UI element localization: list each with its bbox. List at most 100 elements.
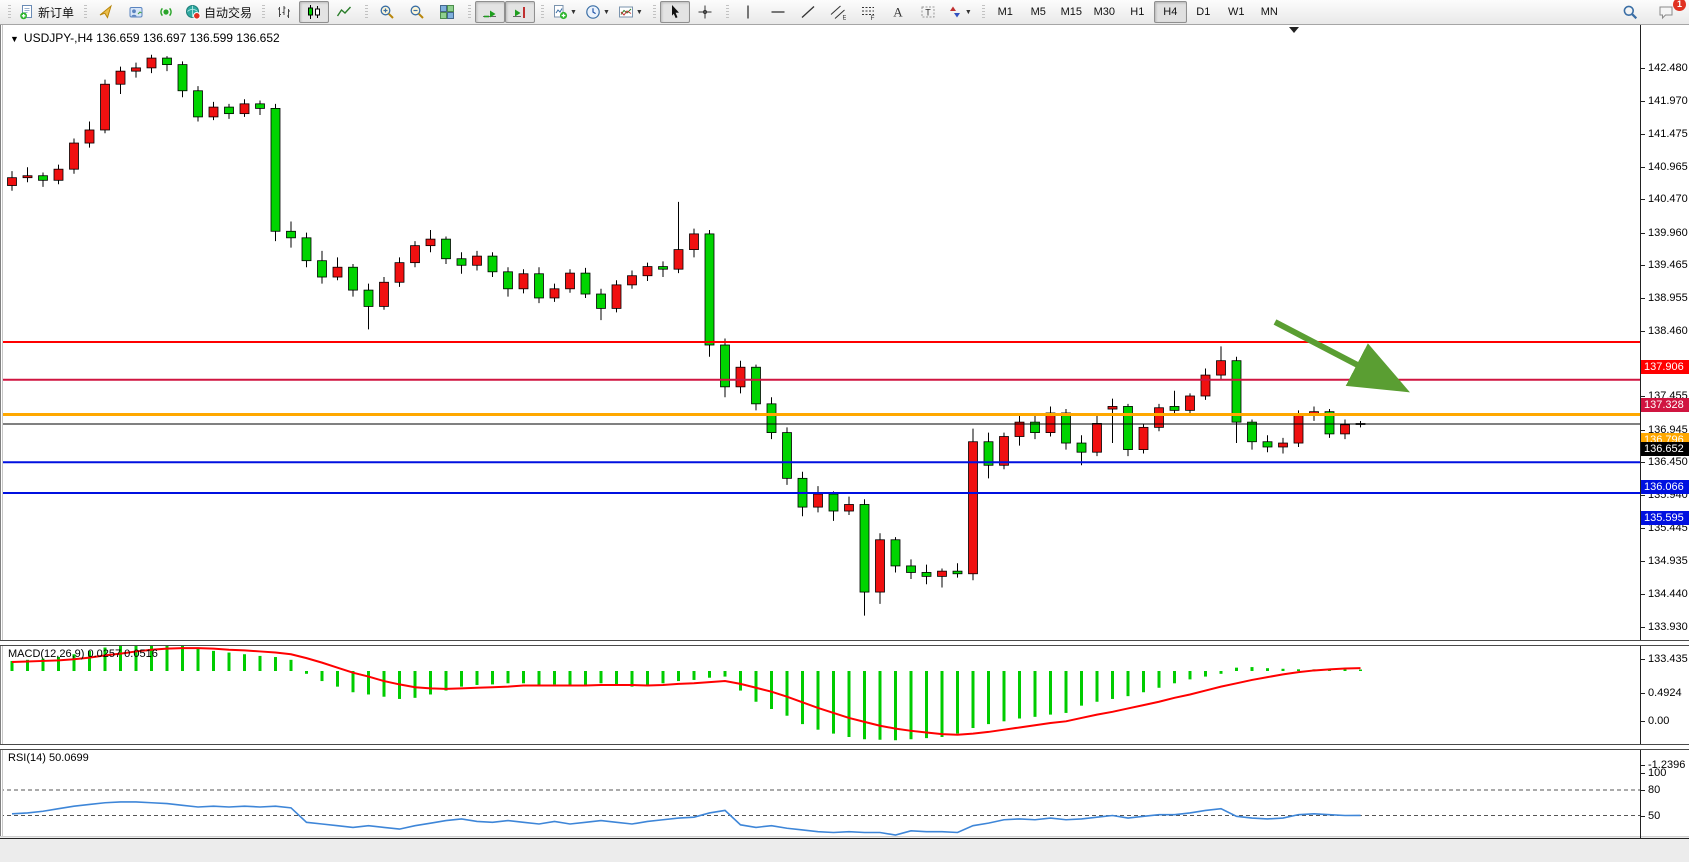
tile-windows-button[interactable] bbox=[432, 1, 462, 23]
price-tick-mark bbox=[1641, 430, 1645, 431]
dropdown-arrow-icon[interactable]: ▼ bbox=[603, 9, 610, 16]
arrows-button[interactable]: ▼ bbox=[943, 1, 976, 23]
price-tick-mark bbox=[1641, 331, 1645, 332]
search-icon bbox=[1622, 4, 1638, 20]
auto-trading-button[interactable]: 自动交易 bbox=[181, 1, 256, 23]
main-price-pane[interactable] bbox=[0, 25, 1640, 640]
rsi-tick-mark bbox=[1641, 790, 1645, 791]
price-tick-label: 141.970 bbox=[1648, 95, 1688, 107]
chart-shift-marker[interactable] bbox=[1289, 27, 1299, 33]
price-tick-mark bbox=[1641, 627, 1645, 628]
trend-arrow-annotation[interactable] bbox=[1275, 322, 1394, 384]
candle-down bbox=[922, 572, 931, 576]
toolbar-grip bbox=[653, 5, 656, 20]
cursor-button[interactable] bbox=[660, 1, 690, 23]
macd-pane[interactable] bbox=[0, 644, 1640, 744]
timeframe-m30-label: M30 bbox=[1094, 6, 1115, 18]
new-order-icon bbox=[19, 4, 35, 20]
zoom-in-button[interactable] bbox=[372, 1, 402, 23]
price-line-badge: 137.328 bbox=[1641, 398, 1689, 412]
candle-down bbox=[597, 294, 606, 308]
vertical-line-button[interactable] bbox=[733, 1, 763, 23]
candle-up bbox=[550, 289, 559, 298]
zoom-out-button[interactable] bbox=[402, 1, 432, 23]
timeframe-m1[interactable]: M1 bbox=[989, 1, 1022, 23]
text-button[interactable]: A bbox=[883, 1, 913, 23]
horizontal-line-button[interactable] bbox=[763, 1, 793, 23]
svg-text:F: F bbox=[870, 15, 874, 20]
toolbar-grip bbox=[726, 5, 729, 20]
rsi-tick-label: 100 bbox=[1648, 767, 1666, 779]
signals-button[interactable] bbox=[151, 1, 181, 23]
crosshair-button[interactable] bbox=[690, 1, 720, 23]
candle-down bbox=[1263, 442, 1272, 447]
bar-chart-button[interactable] bbox=[269, 1, 299, 23]
candle-down bbox=[178, 65, 187, 91]
timeframe-h1[interactable]: H1 bbox=[1121, 1, 1154, 23]
timeframe-h4[interactable]: H4 bbox=[1154, 1, 1187, 23]
price-tick-mark bbox=[1641, 265, 1645, 266]
price-tick-label: 138.955 bbox=[1648, 292, 1688, 304]
new-order-button-label: 新订单 bbox=[38, 4, 74, 21]
candle-up bbox=[240, 104, 249, 114]
market-watch-button[interactable] bbox=[121, 1, 151, 23]
candle-down bbox=[271, 108, 280, 231]
time-axis-border bbox=[0, 838, 1689, 839]
equidistant-channel-button[interactable]: E bbox=[823, 1, 853, 23]
candle-down bbox=[891, 540, 900, 566]
chat-icon bbox=[1658, 4, 1674, 20]
timeframe-w1[interactable]: W1 bbox=[1220, 1, 1253, 23]
macd-tick-mark bbox=[1641, 765, 1645, 766]
one-click-trading-toggle-icon[interactable]: ▼ bbox=[10, 34, 19, 44]
indicators-button[interactable]: ▼ bbox=[548, 1, 581, 23]
candle-down bbox=[225, 107, 234, 114]
dropdown-arrow-icon[interactable]: ▼ bbox=[636, 9, 643, 16]
candle-down bbox=[504, 272, 513, 289]
pane-separator[interactable] bbox=[0, 640, 1689, 646]
auto-trading-button-label: 自动交易 bbox=[204, 4, 252, 21]
window-frame bbox=[2, 25, 3, 861]
auto-scroll-icon bbox=[482, 4, 498, 20]
toolbar-group-scroll bbox=[464, 0, 537, 24]
timeframe-m5[interactable]: M5 bbox=[1022, 1, 1055, 23]
candle-up bbox=[1108, 406, 1117, 409]
auto-scroll-button[interactable] bbox=[475, 1, 505, 23]
candle-up bbox=[1093, 423, 1102, 452]
timeframe-d1[interactable]: D1 bbox=[1187, 1, 1220, 23]
signals-icon bbox=[158, 4, 174, 20]
timeframe-m1-label: M1 bbox=[998, 6, 1013, 18]
rsi-pane[interactable] bbox=[0, 748, 1640, 838]
trendline-button[interactable] bbox=[793, 1, 823, 23]
line-chart-button[interactable] bbox=[329, 1, 359, 23]
templates-button[interactable]: ▼ bbox=[614, 1, 647, 23]
label-icon: T bbox=[920, 4, 936, 20]
dropdown-arrow-icon[interactable]: ▼ bbox=[570, 9, 577, 16]
hline-icon bbox=[770, 4, 786, 20]
candle-up bbox=[426, 239, 435, 246]
candle-up bbox=[333, 267, 342, 277]
price-axis-border bbox=[1640, 25, 1641, 838]
pane-separator[interactable] bbox=[0, 744, 1689, 750]
toolbar: 新订单 自动交易 ▼ ▼ ▼ E F AT ▼ M1 M5M15 M30 H1H4D1W1MN 1 bbox=[0, 0, 1689, 25]
price-tick-label: 133.930 bbox=[1648, 621, 1688, 633]
market-watch-icon bbox=[128, 4, 144, 20]
chat-button[interactable]: 1 bbox=[1651, 1, 1681, 23]
quick-tool-button[interactable] bbox=[91, 1, 121, 23]
timeframe-m15[interactable]: M15 bbox=[1055, 1, 1088, 23]
search-button[interactable] bbox=[1615, 1, 1645, 23]
crosshair-icon bbox=[697, 4, 713, 20]
chart-shift-button[interactable] bbox=[505, 1, 535, 23]
candlestick-button[interactable] bbox=[299, 1, 329, 23]
fibonacci-button[interactable]: F bbox=[853, 1, 883, 23]
candle-up bbox=[85, 130, 94, 143]
candle-up bbox=[147, 58, 156, 68]
new-order-button[interactable]: 新订单 bbox=[15, 1, 78, 23]
timeframe-mn[interactable]: MN bbox=[1253, 1, 1286, 23]
timeframe-m30[interactable]: M30 bbox=[1088, 1, 1121, 23]
dropdown-arrow-icon[interactable]: ▼ bbox=[965, 9, 972, 16]
macd-tick-label: 0.4924 bbox=[1648, 687, 1682, 699]
macd-label: MACD(12,26,9) 0.0257 0.0516 bbox=[8, 648, 158, 660]
text-label-button[interactable]: T bbox=[913, 1, 943, 23]
macd-tick-label: 0.00 bbox=[1648, 715, 1669, 727]
periods-button[interactable]: ▼ bbox=[581, 1, 614, 23]
